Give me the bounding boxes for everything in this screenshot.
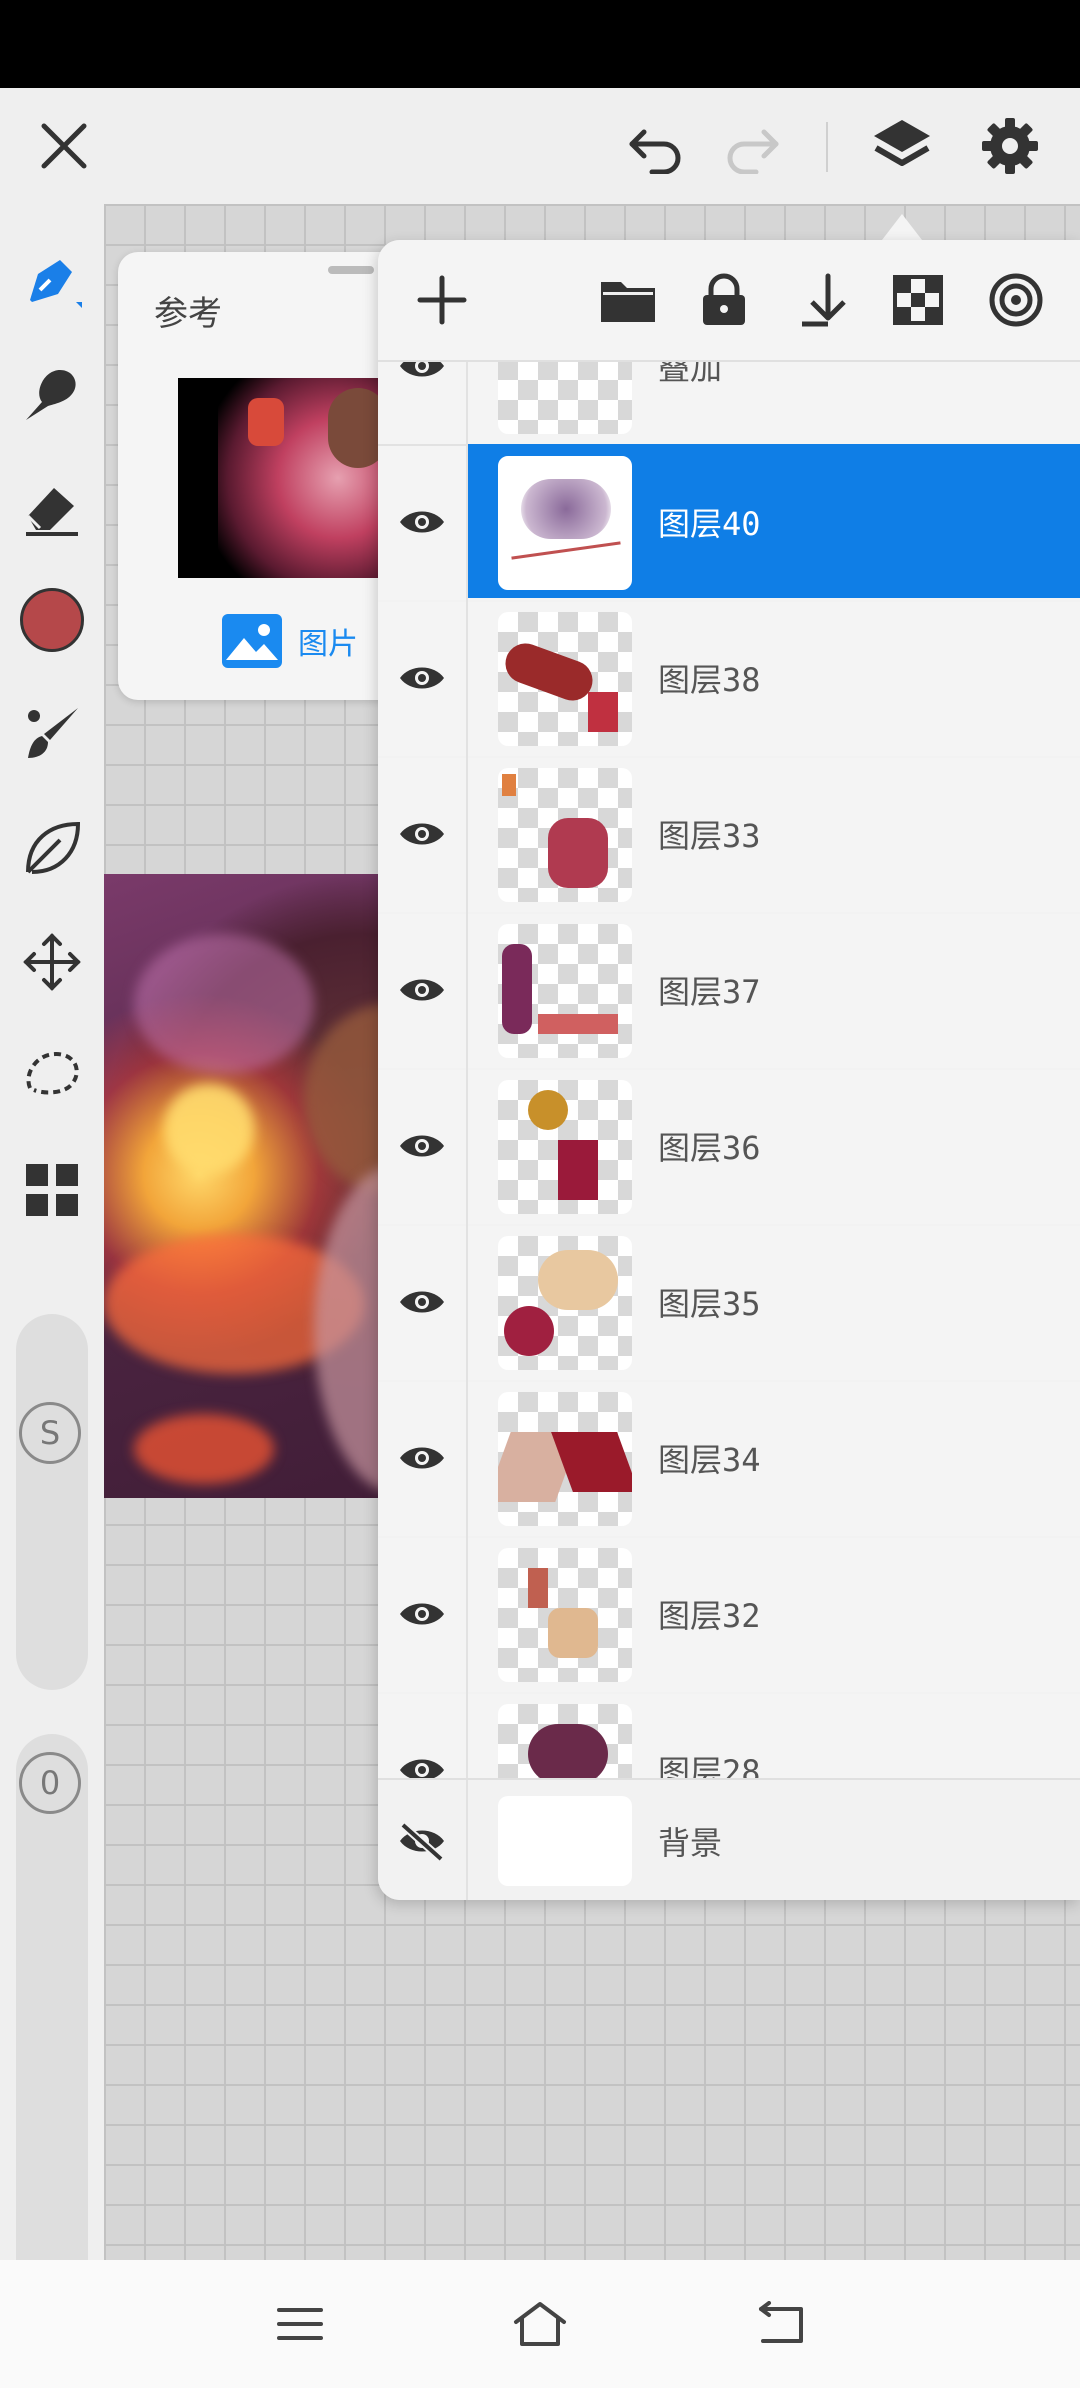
visibility-eye-icon[interactable] — [378, 360, 468, 444]
status-bar — [0, 0, 1080, 88]
target-icon[interactable] — [980, 264, 1052, 336]
top-toolbar — [0, 88, 1080, 204]
brush-size-slider[interactable] — [16, 1314, 88, 1690]
smudge-icon[interactable] — [12, 354, 92, 434]
move-icon[interactable] — [12, 922, 92, 1002]
opacity-badge: 0 — [19, 1752, 81, 1814]
visibility-eye-icon[interactable] — [378, 1536, 468, 1692]
toolbar-divider — [826, 122, 828, 172]
reference-image-button[interactable]: 图片 — [220, 612, 358, 670]
layer-name: 图层35 — [658, 1285, 761, 1323]
layer-thumbnail — [498, 768, 632, 902]
hidden-eye-icon[interactable] — [378, 1780, 468, 1900]
layer-row[interactable]: 图层37 — [378, 912, 1080, 1070]
lasso-icon[interactable] — [12, 1036, 92, 1116]
system-nav-bar — [0, 2260, 1080, 2388]
layer-name: 图层34 — [658, 1441, 761, 1479]
color-swatch[interactable] — [12, 580, 92, 660]
visibility-eye-icon[interactable] — [378, 1380, 468, 1536]
lock-icon[interactable] — [688, 264, 760, 336]
home-icon[interactable] — [500, 2284, 580, 2364]
leaf-icon[interactable] — [12, 808, 92, 888]
visibility-eye-icon[interactable] — [378, 756, 468, 912]
brush-icon[interactable] — [12, 694, 92, 774]
undo-icon[interactable] — [616, 106, 696, 186]
layer-name: 叠加 — [658, 360, 723, 387]
layer-name: 图层36 — [658, 1129, 761, 1167]
layer-thumbnail — [498, 1548, 632, 1682]
eraser-icon[interactable] — [12, 468, 92, 548]
layer-thumbnail — [498, 456, 632, 590]
layer-thumbnail — [498, 1236, 632, 1370]
layer-name: 图层33 — [658, 817, 761, 855]
gear-icon[interactable] — [970, 106, 1050, 186]
visibility-eye-icon[interactable] — [378, 1224, 468, 1380]
layer-row[interactable]: 图层40 — [378, 444, 1080, 602]
layer-list: 叠加 图层40 图层38 图层33 图层37 图层36 图层35 图层34 图层… — [378, 360, 1080, 1800]
layer-toolbar — [378, 240, 1080, 362]
visibility-eye-icon[interactable] — [378, 444, 468, 600]
checkerboard-icon[interactable] — [882, 264, 954, 336]
merge-down-icon[interactable] — [786, 264, 858, 336]
layers-icon[interactable] — [862, 106, 942, 186]
layer-thumbnail — [498, 924, 632, 1058]
layer-row-overlay[interactable]: 叠加 — [378, 360, 1080, 446]
layer-thumbnail — [498, 360, 632, 434]
layer-thumbnail — [498, 1080, 632, 1214]
layer-panel-pointer — [882, 214, 922, 240]
redo-icon[interactable] — [712, 106, 792, 186]
layer-thumbnail — [498, 1392, 632, 1526]
layer-row[interactable]: 图层36 — [378, 1068, 1080, 1226]
reference-drag-handle[interactable] — [328, 266, 374, 274]
image-icon — [222, 614, 282, 668]
layer-name: 图层37 — [658, 973, 761, 1011]
reference-title: 参考 — [154, 294, 222, 334]
add-layer-icon[interactable] — [406, 264, 478, 336]
layer-row[interactable]: 图层33 — [378, 756, 1080, 914]
layer-row[interactable]: 图层34 — [378, 1380, 1080, 1538]
background-layer-row[interactable]: 背景 — [378, 1778, 1080, 1900]
visibility-eye-icon[interactable] — [378, 912, 468, 1068]
pen-icon[interactable] — [12, 242, 92, 322]
layer-row[interactable]: 图层38 — [378, 600, 1080, 758]
opacity-slider[interactable] — [16, 1734, 88, 2324]
visibility-eye-icon[interactable] — [378, 600, 468, 756]
folder-icon[interactable] — [592, 264, 664, 336]
layer-name: 背景 — [658, 1824, 723, 1862]
visibility-eye-icon[interactable] — [378, 1068, 468, 1224]
close-icon[interactable] — [24, 106, 104, 186]
layer-name: 图层38 — [658, 661, 761, 699]
layer-name: 图层32 — [658, 1597, 761, 1635]
layer-row[interactable]: 图层35 — [378, 1224, 1080, 1382]
layer-thumbnail — [498, 1796, 632, 1886]
layer-panel: 叠加 图层40 图层38 图层33 图层37 图层36 图层35 图层34 图层… — [378, 240, 1080, 1900]
layer-row[interactable]: 图层32 — [378, 1536, 1080, 1694]
menu-icon[interactable] — [260, 2284, 340, 2364]
layer-name: 图层40 — [658, 505, 761, 543]
reference-image-label: 图片 — [298, 627, 358, 662]
tool-rail: S 0 — [0, 204, 104, 2324]
reference-panel: 参考 图片 — [118, 252, 418, 700]
layer-thumbnail — [498, 612, 632, 746]
size-badge: S — [19, 1402, 81, 1464]
back-icon[interactable] — [740, 2284, 820, 2364]
grid-icon[interactable] — [12, 1150, 92, 1230]
